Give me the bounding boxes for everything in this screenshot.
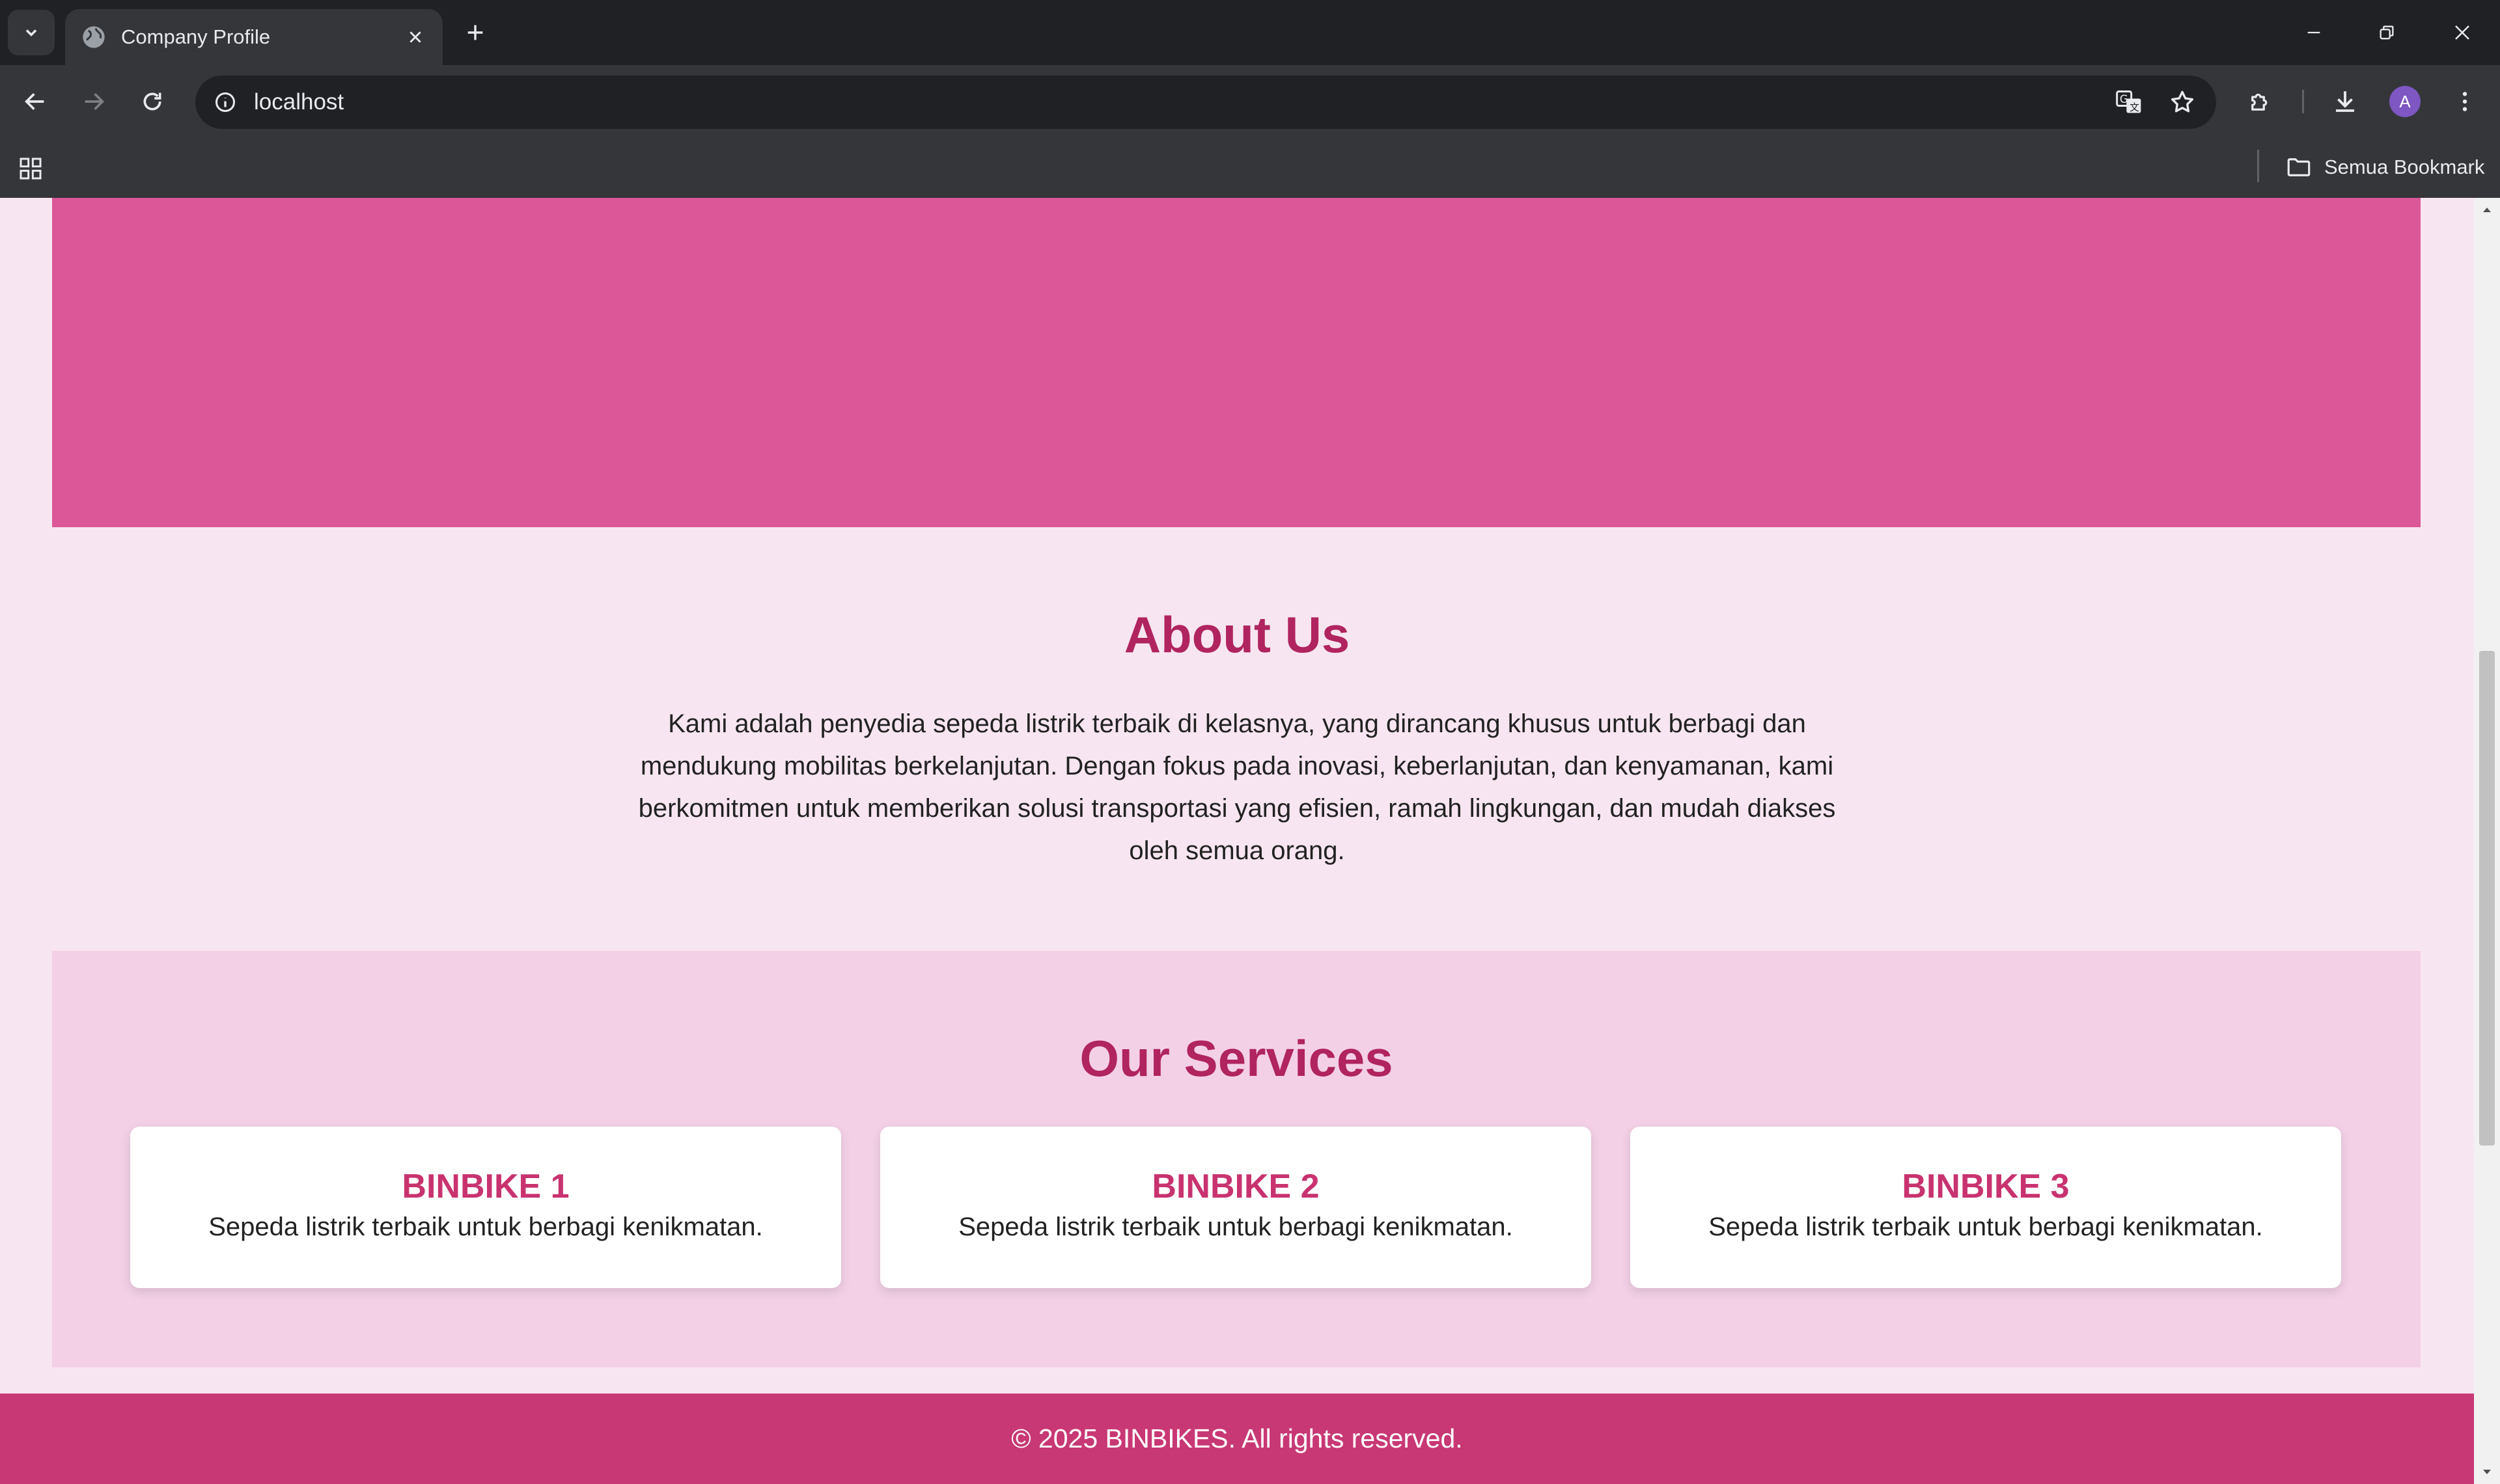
profile-button[interactable]: A [2384, 81, 2426, 122]
page-viewport: About Us Kami adalah penyedia sepeda lis… [0, 198, 2474, 1484]
more-vertical-icon [2462, 92, 2467, 111]
toolbar-divider [2302, 90, 2304, 113]
apps-grid-icon [20, 158, 42, 180]
chevron-down-icon [25, 29, 37, 36]
restore-icon [2380, 25, 2394, 40]
close-icon [2455, 25, 2469, 40]
about-text: Kami adalah penyedia sepeda listrik terb… [638, 709, 1836, 865]
reload-icon [143, 92, 161, 111]
service-card: BINBIKE 1 Sepeda listrik terbaik untuk b… [130, 1127, 841, 1288]
scroll-up-arrow-icon[interactable] [2480, 203, 2493, 216]
new-tab-button[interactable] [460, 16, 491, 49]
minimize-button[interactable] [2294, 14, 2333, 51]
about-title: About Us [1124, 606, 1350, 663]
downloads-button[interactable] [2324, 81, 2366, 122]
minimize-icon [2307, 31, 2320, 34]
menu-button[interactable] [2444, 81, 2486, 122]
address-bar[interactable]: localhost G文 [195, 76, 2216, 129]
url-text: localhost [254, 89, 344, 115]
all-bookmarks-button[interactable]: Semua Bookmark [2285, 151, 2484, 184]
svg-text:文: 文 [2130, 102, 2139, 113]
tab-company-profile[interactable]: Company Profile [65, 9, 443, 65]
browser-toolbar: localhost G文 A [0, 65, 2500, 138]
download-icon [2336, 91, 2354, 112]
scrollbar-thumb[interactable] [2479, 651, 2495, 1146]
bookmarks-bar: Semua Bookmark [0, 138, 2500, 198]
arrow-left-icon [25, 93, 44, 110]
translate-icon: G文 [2116, 90, 2141, 113]
folder-icon [2287, 158, 2311, 176]
restore-button[interactable] [2367, 14, 2406, 51]
close-window-button[interactable] [2443, 14, 2482, 51]
forward-button[interactable] [73, 81, 115, 122]
back-button[interactable] [14, 81, 56, 122]
apps-button[interactable] [14, 152, 47, 185]
bookmark-star-button[interactable] [2163, 83, 2202, 122]
services-section: Our Services BINBIKE 1 Sepeda listrik te… [52, 951, 2421, 1367]
service-card: BINBIKE 3 Sepeda listrik terbaik untuk b… [1630, 1127, 2341, 1288]
footer: © 2025 BINBIKES. All rights reserved. [0, 1394, 2474, 1484]
tab-title: Company Profile [121, 25, 271, 48]
service-card-text: Sepeda listrik terbaik untuk berbagi ken… [958, 1213, 1513, 1241]
globe-icon [83, 26, 105, 48]
extensions-button[interactable] [2240, 81, 2281, 122]
service-card: BINBIKE 2 Sepeda listrik terbaik untuk b… [880, 1127, 1591, 1288]
services-title: Our Services [1079, 1030, 1393, 1087]
page-scrollbar[interactable] [2474, 198, 2500, 1484]
all-bookmarks-label: Semua Bookmark [2324, 156, 2485, 178]
service-card-title: BINBIKE 3 [1902, 1168, 2070, 1205]
plus-icon [467, 25, 483, 40]
bookmarks-divider [2257, 150, 2259, 182]
arrow-right-icon [85, 93, 104, 110]
translate-button[interactable]: G文 [2109, 83, 2148, 122]
star-icon [2171, 90, 2194, 113]
service-card-title: BINBIKE 2 [1152, 1168, 1320, 1205]
tab-close-button[interactable] [404, 25, 427, 49]
tab-strip: Company Profile [0, 0, 2500, 65]
puzzle-icon [2251, 93, 2268, 111]
service-card-text: Sepeda listrik terbaik untuk berbagi ken… [1708, 1213, 2263, 1241]
avatar: A [2389, 86, 2421, 117]
scroll-down-arrow-icon[interactable] [2480, 1466, 2493, 1479]
service-card-text: Sepeda listrik terbaik untuk berbagi ken… [208, 1213, 763, 1241]
reload-button[interactable] [132, 81, 173, 122]
site-info-button[interactable] [210, 87, 241, 118]
close-icon [410, 31, 421, 43]
hero-banner [52, 198, 2421, 527]
footer-text: © 2025 BINBIKES. All rights reserved. [1011, 1423, 1463, 1453]
service-card-title: BINBIKE 1 [402, 1168, 570, 1205]
tab-search-button[interactable] [8, 10, 55, 55]
info-icon [215, 92, 235, 112]
